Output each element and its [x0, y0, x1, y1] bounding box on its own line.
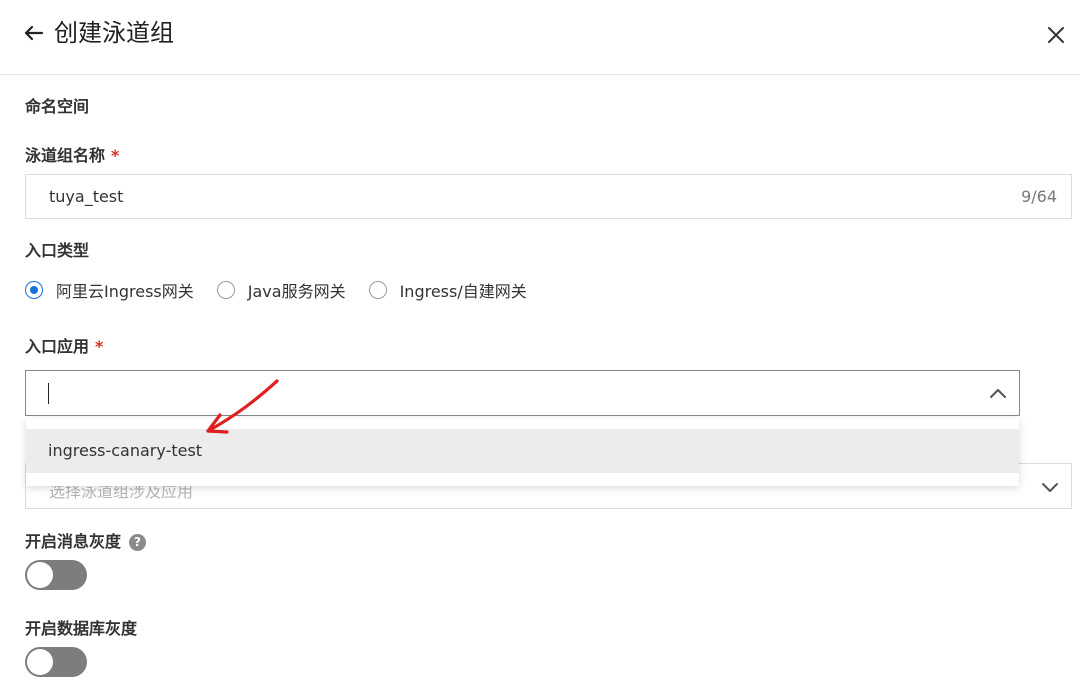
- radio-aliyun-ingress[interactable]: 阿里云Ingress网关: [25, 278, 194, 302]
- toggle-knob: [27, 649, 53, 675]
- namespace-label: 命名空间: [25, 97, 90, 116]
- radio-button[interactable]: [368, 281, 387, 299]
- radio-label: Java服务网关: [247, 282, 346, 301]
- entry-type-label: 入口类型: [25, 241, 90, 260]
- radio-button[interactable]: [216, 281, 235, 299]
- back-arrow-icon[interactable]: [22, 22, 44, 44]
- dropdown-option[interactable]: ingress-canary-test: [26, 429, 1019, 473]
- close-icon[interactable]: [1046, 25, 1066, 45]
- database-gray-toggle[interactable]: [25, 647, 87, 677]
- group-name-label-text: 泳道组名称: [25, 146, 106, 165]
- message-gray-toggle[interactable]: [25, 560, 87, 590]
- chevron-down-icon[interactable]: [1041, 480, 1059, 494]
- drawer-header: 创建泳道组: [0, 0, 1080, 75]
- database-gray-label: 开启数据库灰度: [25, 619, 138, 638]
- page-title: 创建泳道组: [54, 19, 174, 47]
- chevron-up-icon[interactable]: [989, 386, 1007, 400]
- entry-type-radio-group: 阿里云Ingress网关 Java服务网关 Ingress/自建网关: [25, 278, 550, 302]
- entry-app-label: 入口应用 *: [25, 336, 103, 358]
- entry-app-dropdown: ingress-canary-test: [26, 418, 1019, 486]
- radio-button-checked[interactable]: [25, 281, 43, 299]
- radio-label: 阿里云Ingress网关: [56, 282, 194, 301]
- group-name-value: tuya_test: [49, 187, 124, 206]
- text-cursor: [48, 383, 49, 404]
- message-gray-label-text: 开启消息灰度: [25, 532, 122, 551]
- help-icon[interactable]: ?: [129, 534, 147, 551]
- group-name-input[interactable]: tuya_test 9/64: [25, 174, 1072, 219]
- radio-ingress-custom[interactable]: Ingress/自建网关: [368, 278, 527, 302]
- entry-app-select[interactable]: [25, 370, 1020, 416]
- character-counter: 9/64: [1021, 187, 1057, 206]
- radio-label: Ingress/自建网关: [399, 282, 527, 301]
- radio-java-gateway[interactable]: Java服务网关: [216, 278, 346, 302]
- group-name-label: 泳道组名称 *: [25, 145, 119, 167]
- entry-app-label-text: 入口应用: [25, 337, 90, 356]
- toggle-knob: [27, 562, 53, 588]
- required-mark: *: [111, 146, 120, 165]
- message-gray-label: 开启消息灰度?: [25, 531, 147, 553]
- required-mark: *: [95, 337, 104, 356]
